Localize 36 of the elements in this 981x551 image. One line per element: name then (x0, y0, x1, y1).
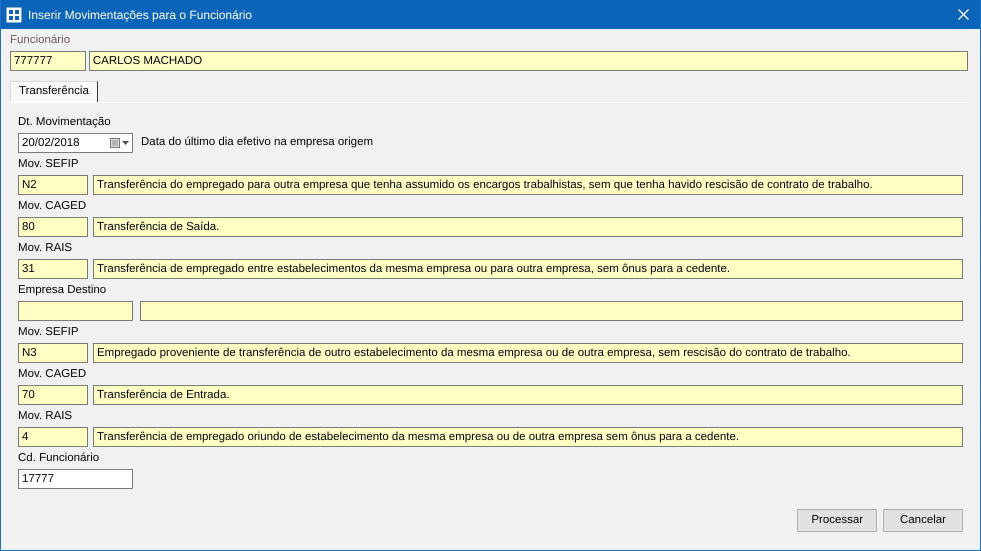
field-label: Mov. CAGED (18, 199, 88, 214)
description-field[interactable]: Transferência de Saída. (93, 217, 963, 237)
code-field[interactable]: N2 (18, 175, 88, 195)
field-label: Mov. SEFIP (18, 157, 80, 172)
field-label: Funcionário (10, 33, 72, 48)
code-field[interactable]: 4 (18, 427, 88, 447)
description-field[interactable]: Transferência de Entrada. (93, 385, 963, 405)
code-field[interactable]: N3 (18, 343, 88, 363)
app-icon (6, 6, 22, 22)
dialog-button[interactable]: Cancelar (883, 509, 963, 532)
close-icon (958, 9, 968, 20)
field-label: Empresa Destino (18, 283, 108, 298)
description-field[interactable]: Transferência de empregado oriundo de estabelecimento da mesma empresa ou de outra empresa sem ônus para a cedente. (93, 427, 963, 447)
code-field[interactable]: 31 (18, 259, 88, 279)
window-title: Inserir Movimentações para o Funcionário (28, 6, 254, 24)
description-field[interactable]: Transferência do empregado para outra empresa que tenha assumido os encargos trabalhistas, sem que tenha havido rescisão de contrato de trabalho. (93, 175, 963, 195)
hint-text: Data do último dia efetivo na empresa origem (141, 135, 374, 150)
date-picker[interactable]: 20/02/2018 (18, 133, 133, 153)
description-field[interactable]: Transferência de empregado entre estabelecimentos da mesma empresa ou para outra empresa, sem ônus para a cedente. (93, 259, 963, 279)
code-field[interactable]: 80 (18, 217, 88, 237)
code-field[interactable]: 777777 (10, 51, 86, 71)
company-code-field[interactable] (18, 301, 133, 321)
field-label: Mov. RAIS (18, 409, 74, 424)
field-label: Mov. CAGED (18, 367, 88, 382)
calendar-dropdown-icon (110, 137, 130, 149)
field-label: Cd. Funcionário (18, 451, 100, 466)
field-label: Mov. SEFIP (18, 325, 80, 340)
company-name-field[interactable] (140, 301, 963, 321)
input-field[interactable]: 17777 (18, 469, 133, 489)
field-label: Mov. RAIS (18, 241, 74, 256)
code-field[interactable]: 70 (18, 385, 88, 405)
field-label: Dt. Movimentação (18, 115, 112, 130)
name-field[interactable]: CARLOS MACHADO (88, 51, 968, 71)
description-field[interactable]: Empregado proveniente de transferência de outro estabelecimento da mesma empresa ou de outra empresa, sem rescisão do contrato de trabalho. (93, 343, 963, 363)
dialog-button[interactable]: Processar (797, 509, 878, 532)
tab[interactable]: Transferência (10, 81, 98, 102)
